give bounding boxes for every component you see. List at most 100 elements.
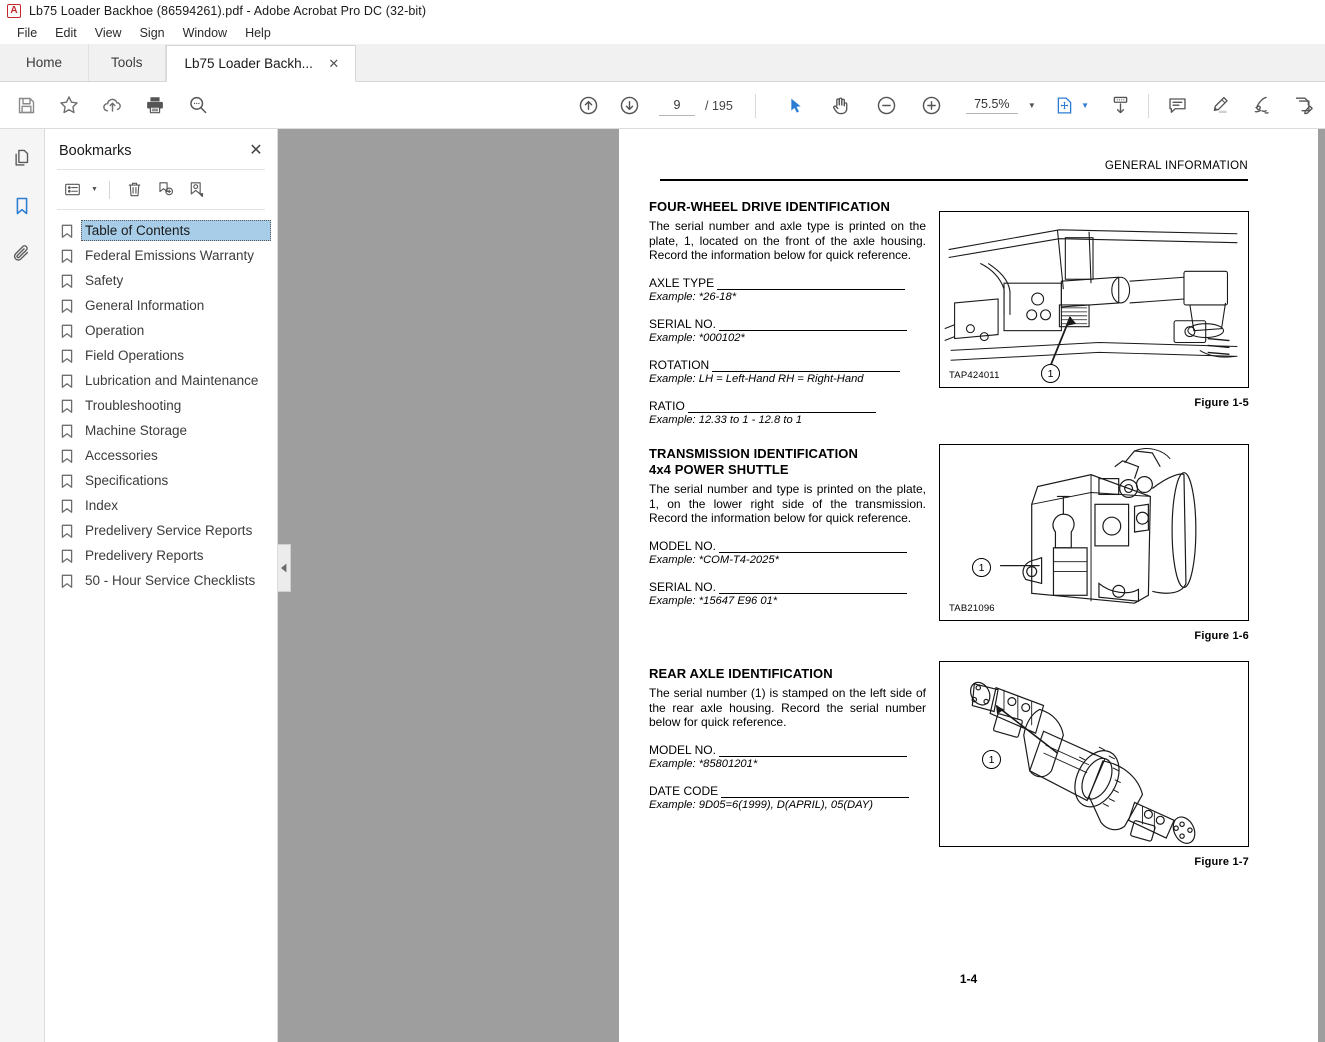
star-icon[interactable] — [53, 89, 85, 121]
figure-1-5: 1 TAP424011 Figure 1-5 — [939, 211, 1249, 409]
sign-icon[interactable] — [1245, 90, 1277, 122]
field-label: MODEL NO. — [649, 538, 716, 553]
bookmark-item-lubrication-and-maintenance[interactable]: Lubrication and Maintenance — [61, 368, 271, 393]
comment-icon[interactable] — [1161, 90, 1193, 122]
toolbar-divider-right — [1148, 93, 1149, 118]
bookmark-item-50-hour-service-checklists[interactable]: 50 - Hour Service Checklists — [61, 568, 271, 593]
field-label: DATE CODE — [649, 783, 719, 798]
toolbar-divider — [754, 93, 756, 118]
bookmark-item-troubleshooting[interactable]: Troubleshooting — [61, 393, 271, 418]
section-body: The serial number (1) is stamped on the … — [649, 686, 926, 730]
find-bookmark-icon[interactable] — [183, 177, 210, 202]
bookmark-item-accessories[interactable]: Accessories — [61, 443, 271, 468]
fill-in-rule — [712, 361, 901, 372]
running-header: GENERAL INFORMATION — [1104, 160, 1248, 172]
tab-home[interactable]: Home — [0, 44, 90, 81]
attachments-icon[interactable] — [7, 239, 37, 269]
cloud-upload-icon[interactable] — [96, 89, 128, 121]
field-serial-no: SERIAL NO. Example: *15647 E96 01* — [649, 580, 926, 608]
scroll-mode-icon[interactable] — [1104, 90, 1136, 122]
bookmark-item-index[interactable]: Index — [61, 493, 271, 518]
menu-window[interactable]: Window — [174, 24, 236, 42]
menu-file[interactable]: File — [8, 24, 46, 42]
save-icon[interactable] — [10, 89, 42, 121]
field-example: Example: *26-18* — [649, 290, 737, 303]
figure-1-7: 1 Figure 1-7 — [939, 661, 1249, 868]
figure-caption: Figure 1-7 — [1194, 856, 1249, 868]
figure-caption: Figure 1-5 — [1194, 397, 1249, 409]
zoom-level-value[interactable]: 75.5% — [965, 97, 1018, 114]
document-viewport[interactable]: GENERAL INFORMATION FOUR-WHEEL DRIVE IDE… — [278, 129, 1325, 1042]
bookmark-label: Federal Emissions Warranty — [85, 248, 255, 263]
close-icon[interactable]: ✕ — [247, 143, 265, 159]
bookmark-item-safety[interactable]: Safety — [61, 268, 271, 293]
menu-edit[interactable]: Edit — [46, 24, 86, 42]
fill-in-rule — [721, 787, 910, 798]
bookmark-item-operation[interactable]: Operation — [61, 318, 271, 343]
bookmark-options-icon[interactable] — [59, 177, 86, 202]
highlight-icon[interactable] — [1203, 90, 1235, 122]
new-bookmark-icon[interactable] — [152, 177, 179, 202]
fit-page-icon[interactable] — [1048, 90, 1080, 122]
section-title: TRANSMISSION IDENTIFICATION — [649, 446, 859, 461]
fill-sign-icon[interactable] — [1287, 90, 1319, 122]
bookmark-flag-icon — [61, 395, 73, 414]
fit-page-chevron-icon[interactable]: ▼ — [1081, 101, 1089, 110]
field-ratio: RATIO Example: 12.33 to 1 - 12.8 to 1 — [649, 399, 926, 427]
page-number-input[interactable] — [659, 95, 695, 116]
collapse-panel-handle[interactable] — [278, 544, 291, 592]
menu-view[interactable]: View — [86, 24, 131, 42]
bookmark-flag-icon — [61, 445, 73, 464]
bookmarks-panel: Bookmarks ✕ ▼ Table of Contents Federal … — [45, 129, 278, 1042]
select-tool-icon[interactable] — [780, 90, 812, 122]
bookmarks-list[interactable]: Table of Contents Federal Emissions Warr… — [45, 210, 277, 1042]
tab-document[interactable]: Lb75 Loader Backh... ✕ — [165, 45, 356, 82]
bookmark-label: Predelivery Service Reports — [85, 523, 253, 538]
bookmark-item-machine-storage[interactable]: Machine Storage — [61, 418, 271, 443]
bookmarks-title: Bookmarks — [59, 143, 132, 159]
page-thumbnails-icon[interactable] — [7, 143, 37, 173]
zoom-out-icon[interactable] — [871, 90, 903, 122]
bookmark-item-table-of-contents[interactable]: Table of Contents — [61, 218, 271, 243]
figure-code: TAB21096 — [949, 603, 995, 614]
bookmark-label: 50 - Hour Service Checklists — [85, 573, 256, 588]
bookmark-item-federal-emissions-warranty[interactable]: Federal Emissions Warranty — [61, 243, 271, 268]
tab-tools[interactable]: Tools — [89, 44, 166, 81]
chevron-down-icon[interactable]: ▼ — [1028, 101, 1036, 110]
window-title: Lb75 Loader Backhoe (86594261).pdf - Ado… — [29, 4, 427, 18]
bookmark-label: Lubrication and Maintenance — [85, 373, 259, 388]
bookmark-item-predelivery-reports[interactable]: Predelivery Reports — [61, 543, 271, 568]
hand-tool-icon[interactable] — [825, 90, 857, 122]
bookmark-label: Specifications — [85, 473, 169, 488]
bookmark-label: Machine Storage — [85, 423, 188, 438]
field-label: MODEL NO. — [649, 742, 716, 757]
bookmark-item-specifications[interactable]: Specifications — [61, 468, 271, 493]
bookmark-item-general-information[interactable]: General Information — [61, 293, 271, 318]
bookmark-item-predelivery-service-reports[interactable]: Predelivery Service Reports — [61, 518, 271, 543]
field-example: Example: *COM-T4-2025* — [649, 553, 779, 566]
fill-in-rule — [718, 746, 907, 757]
next-page-icon[interactable] — [613, 90, 645, 122]
delete-bookmark-icon[interactable] — [121, 177, 148, 202]
callout-1: 1 — [982, 750, 1001, 769]
section-rear-axle: REAR AXLE IDENTIFICATION The serial numb… — [649, 666, 926, 812]
field-example: Example: *15647 E96 01* — [649, 594, 778, 607]
search-icon[interactable] — [182, 89, 214, 121]
bookmarks-icon[interactable] — [7, 191, 37, 221]
page-total-label: / 195 — [705, 98, 733, 113]
menu-sign[interactable]: Sign — [131, 24, 174, 42]
menu-help[interactable]: Help — [236, 24, 280, 42]
fill-in-rule — [717, 279, 906, 290]
previous-page-icon[interactable] — [572, 90, 604, 122]
print-icon[interactable] — [139, 89, 171, 121]
header-rule — [660, 179, 1248, 181]
bookmark-label: Field Operations — [85, 348, 185, 363]
tab-strip: Home Tools Lb75 Loader Backh... ✕ — [0, 44, 1325, 82]
close-icon[interactable]: ✕ — [327, 56, 341, 72]
chevron-down-icon[interactable]: ▼ — [91, 186, 98, 193]
zoom-in-icon[interactable] — [916, 90, 948, 122]
field-example: Example: LH = Left-Hand RH = Right-Hand — [649, 372, 864, 385]
field-label: SERIAL NO. — [649, 579, 716, 594]
bookmark-item-field-operations[interactable]: Field Operations — [61, 343, 271, 368]
bookmark-label: Accessories — [85, 448, 158, 463]
